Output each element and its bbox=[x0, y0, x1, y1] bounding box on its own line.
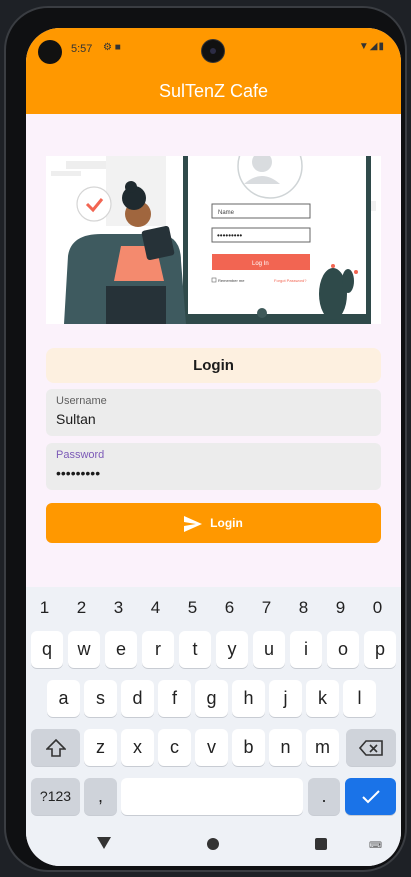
illus-name-text: Name bbox=[218, 210, 235, 216]
key-x[interactable]: x bbox=[121, 729, 154, 766]
shift-icon bbox=[44, 739, 67, 758]
back-icon[interactable] bbox=[97, 837, 111, 849]
password-label: Password bbox=[56, 449, 105, 461]
key-b[interactable]: b bbox=[232, 729, 265, 766]
key-4[interactable]: 4 bbox=[137, 598, 174, 618]
key-k[interactable]: k bbox=[306, 680, 339, 717]
phone-frame: 5:57 ⚙ ■ ▼◢▮ SulTenZ Cafe Name ••••••••• bbox=[4, 6, 407, 872]
backspace-icon bbox=[358, 740, 383, 757]
username-field[interactable]: Username bbox=[46, 389, 381, 436]
keyboard-switch-icon[interactable]: ⌨ bbox=[369, 840, 382, 851]
login-button[interactable]: Login bbox=[46, 503, 381, 543]
password-input[interactable]: ••••••••• bbox=[56, 465, 356, 481]
key-n[interactable]: n bbox=[269, 729, 302, 766]
key-2[interactable]: 2 bbox=[63, 598, 100, 618]
system-nav-bar: ⌨ bbox=[26, 825, 401, 866]
send-icon bbox=[184, 515, 203, 532]
key-3[interactable]: 3 bbox=[100, 598, 137, 618]
key-u[interactable]: u bbox=[253, 631, 285, 668]
comma-key[interactable]: , bbox=[84, 778, 117, 815]
password-field[interactable]: Password ••••••••• bbox=[46, 443, 381, 490]
space-key[interactable] bbox=[121, 778, 303, 815]
key-p[interactable]: p bbox=[364, 631, 396, 668]
period-key[interactable]: . bbox=[308, 778, 340, 815]
key-8[interactable]: 8 bbox=[285, 598, 322, 618]
login-heading-text: Login bbox=[193, 357, 234, 374]
device-screen: 5:57 ⚙ ■ ▼◢▮ SulTenZ Cafe Name ••••••••• bbox=[26, 28, 401, 866]
login-heading: Login bbox=[46, 348, 381, 383]
done-key[interactable] bbox=[345, 778, 396, 815]
status-bar: 5:57 ⚙ ■ ▼◢▮ bbox=[26, 28, 401, 68]
key-q[interactable]: q bbox=[31, 631, 63, 668]
signal-battery-icon: ▼◢▮ bbox=[358, 41, 385, 52]
key-c[interactable]: c bbox=[158, 729, 191, 766]
symbols-key[interactable]: ?123 bbox=[31, 778, 80, 815]
key-s[interactable]: s bbox=[84, 680, 117, 717]
key-m[interactable]: m bbox=[306, 729, 339, 766]
key-a[interactable]: a bbox=[47, 680, 80, 717]
key-i[interactable]: i bbox=[290, 631, 322, 668]
number-row: 1 2 3 4 5 6 7 8 9 0 bbox=[26, 592, 401, 622]
key-6[interactable]: 6 bbox=[211, 598, 248, 618]
soft-keyboard: 1 2 3 4 5 6 7 8 9 0 q w e r t y u i o p … bbox=[26, 587, 401, 825]
key-w[interactable]: w bbox=[68, 631, 100, 668]
key-r[interactable]: r bbox=[142, 631, 174, 668]
login-illustration: Name ••••••••• Log In Remember me Forgot… bbox=[46, 156, 381, 324]
illus-login-text: Log In bbox=[252, 261, 269, 267]
illus-remember-text: Remember me bbox=[218, 278, 245, 283]
key-5[interactable]: 5 bbox=[174, 598, 211, 618]
username-input[interactable] bbox=[56, 411, 356, 427]
status-time: 5:57 bbox=[71, 43, 93, 55]
backspace-key[interactable] bbox=[346, 729, 396, 766]
front-camera-icon bbox=[202, 40, 224, 62]
key-1[interactable]: 1 bbox=[26, 598, 63, 618]
login-button-label: Login bbox=[210, 516, 243, 530]
key-e[interactable]: e bbox=[105, 631, 137, 668]
key-v[interactable]: v bbox=[195, 729, 228, 766]
key-z[interactable]: z bbox=[84, 729, 117, 766]
key-t[interactable]: t bbox=[179, 631, 211, 668]
home-icon[interactable] bbox=[207, 838, 219, 850]
illus-password-text: ••••••••• bbox=[217, 231, 242, 240]
recents-icon[interactable] bbox=[315, 838, 327, 850]
key-9[interactable]: 9 bbox=[322, 598, 359, 618]
check-icon bbox=[361, 790, 380, 804]
key-g[interactable]: g bbox=[195, 680, 228, 717]
shift-key[interactable] bbox=[31, 729, 80, 766]
settings-icon: ⚙ ■ bbox=[103, 42, 121, 53]
app-bar: SulTenZ Cafe bbox=[26, 68, 401, 114]
key-y[interactable]: y bbox=[216, 631, 248, 668]
key-h[interactable]: h bbox=[232, 680, 265, 717]
key-f[interactable]: f bbox=[158, 680, 191, 717]
key-o[interactable]: o bbox=[327, 631, 359, 668]
app-title: SulTenZ Cafe bbox=[158, 81, 269, 101]
key-j[interactable]: j bbox=[269, 680, 302, 717]
key-d[interactable]: d bbox=[121, 680, 154, 717]
username-label: Username bbox=[56, 395, 107, 407]
camera-icon bbox=[38, 40, 62, 64]
key-7[interactable]: 7 bbox=[248, 598, 285, 618]
key-l[interactable]: l bbox=[343, 680, 376, 717]
illus-forgot-text: Forgot Password? bbox=[274, 278, 307, 283]
key-0[interactable]: 0 bbox=[359, 598, 396, 618]
